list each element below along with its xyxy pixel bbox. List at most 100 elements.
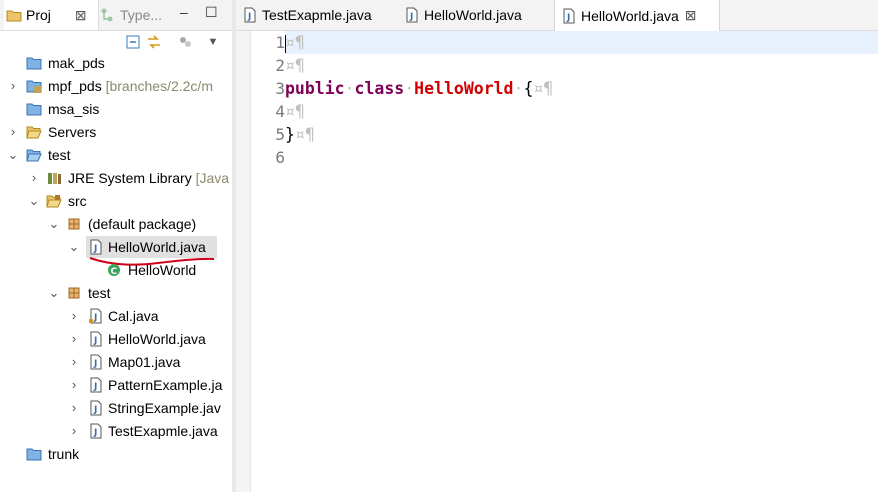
chevron-down-icon[interactable]: ⌄ [28, 193, 40, 209]
tree-item-label: HelloWorld.java [108, 331, 206, 347]
tree-item-label: PatternExample.ja [108, 377, 223, 393]
tab-label: HelloWorld.java [581, 7, 679, 24]
line-number: 4 [275, 102, 285, 121]
tree-item-src[interactable]: ⌄ src [0, 190, 232, 213]
svg-text:J: J [93, 336, 97, 346]
code-line-5[interactable]: }¤¶ [285, 123, 878, 146]
maximize-icon[interactable]: ☐ [205, 4, 218, 21]
tree-item-label: test [48, 147, 71, 163]
chevron-down-icon[interactable]: ⌄ [48, 285, 60, 301]
chevron-down-icon[interactable]: ⌄ [48, 216, 60, 232]
tree-item-jre-library[interactable]: › JRE System Library [Java [0, 167, 232, 190]
chevron-down-icon[interactable]: ⌄ [7, 147, 19, 163]
tree-item-stringexample-java[interactable]: › J StringExample.jav [0, 397, 232, 420]
close-icon[interactable]: ⊠ [75, 7, 87, 24]
project-folder-icon [26, 55, 42, 71]
tree-item-msa-sis[interactable]: msa_sis [0, 98, 232, 121]
tree-item-label: Servers [48, 124, 97, 140]
svg-text:J: J [409, 12, 413, 22]
code-line-3[interactable]: public·class·HelloWorld·{¤¶ [285, 77, 878, 100]
whitespace-marker: ¤¶ [285, 102, 305, 121]
code-line-1[interactable]: ¤¶ [285, 31, 878, 54]
tree-item-label: mak_pds [48, 55, 105, 71]
tree-item-label: msa_sis [48, 101, 100, 117]
tree-item-label: JRE System Library [68, 170, 192, 186]
tab-label: HelloWorld.java [424, 7, 522, 23]
java-file-icon: J [88, 423, 104, 439]
tree-item-mak-pds[interactable]: mak_pds [0, 52, 232, 75]
java-file-icon: J [88, 400, 104, 416]
chevron-right-icon[interactable]: › [7, 78, 19, 94]
code-line-4[interactable]: ¤¶ [285, 100, 878, 123]
chevron-right-icon[interactable]: › [68, 331, 80, 347]
java-file-icon: J [242, 7, 258, 23]
tree-item-label: Map01.java [108, 354, 181, 370]
chevron-down-icon[interactable]: ⌄ [68, 239, 80, 255]
tree-item-test-package[interactable]: ⌄ test [0, 282, 232, 305]
tree-item-testexapmle-java[interactable]: › J TestExapmle.java [0, 420, 232, 443]
link-with-editor-icon[interactable] [145, 33, 163, 51]
tree-item-helloworld-class[interactable]: C HelloWorld [0, 259, 232, 282]
svg-text:J: J [93, 405, 97, 415]
tab-label: Type... [120, 7, 163, 23]
project-folder-icon [26, 101, 42, 117]
tree-item-patternexample-java[interactable]: › J PatternExample.ja [0, 374, 232, 397]
tree-item-trunk[interactable]: trunk [0, 443, 232, 466]
svg-text:J: J [93, 428, 97, 438]
tree-item-test-helloworld-java[interactable]: › J HelloWorld.java [0, 328, 232, 351]
package-icon [66, 285, 82, 301]
tree-item-label: test [88, 285, 111, 301]
class-name: HelloWorld [414, 79, 514, 98]
tab-helloworld-java-test[interactable]: J HelloWorld.java [404, 0, 522, 30]
chevron-right-icon[interactable]: › [68, 308, 80, 324]
tab-project-explorer[interactable]: Proj ⊠ [4, 0, 99, 30]
java-editor: J TestExapmle.java J HelloWorld.java J H… [236, 0, 878, 492]
tab-type-hierarchy[interactable]: Type... [100, 0, 162, 30]
line-number: 1 [275, 33, 285, 52]
whitespace-dot: · [513, 79, 524, 98]
svg-text:J: J [93, 382, 97, 392]
minimize-icon[interactable]: – [180, 4, 188, 20]
tree-item-map01-java[interactable]: › J Map01.java [0, 351, 232, 374]
tab-testexapmle-java[interactable]: J TestExapmle.java [242, 0, 372, 30]
tab-label: Proj [26, 7, 51, 23]
collapse-all-icon[interactable] [124, 33, 142, 51]
tree-item-servers[interactable]: › Servers [0, 121, 232, 144]
focus-icon[interactable] [176, 33, 194, 51]
java-file-icon: J [88, 331, 104, 347]
close-brace: } [285, 125, 295, 144]
tree-item-mpf-pds[interactable]: › mpf_pds [branches/2.2c/m [0, 75, 232, 98]
package-icon [66, 216, 82, 232]
java-file-icon: J [88, 377, 104, 393]
tree-item-default-package[interactable]: ⌄ (default package) [0, 213, 232, 236]
chevron-right-icon[interactable]: › [68, 423, 80, 439]
chevron-right-icon[interactable]: › [68, 400, 80, 416]
tree-item-label: src [68, 193, 87, 209]
editor-tab-bar: J TestExapmle.java J HelloWorld.java J H… [236, 0, 878, 31]
close-icon[interactable]: ⊠ [685, 7, 697, 24]
chevron-right-icon[interactable]: › [68, 354, 80, 370]
keyword-class: class [354, 79, 405, 98]
source-folder-icon [46, 193, 62, 209]
java-file-icon: J [88, 239, 104, 255]
chevron-right-icon[interactable]: › [68, 377, 80, 393]
tree-item-test-project[interactable]: ⌄ test [0, 144, 232, 167]
svn-project-icon [26, 78, 42, 94]
chevron-right-icon[interactable]: › [7, 124, 19, 140]
code-line-2[interactable]: ¤¶ [285, 54, 878, 77]
whitespace-dot: · [344, 79, 355, 98]
java-file-icon: J [561, 8, 577, 24]
tree-item-label: HelloWorld [128, 262, 197, 278]
tree-item-label: TestExapmle.java [108, 423, 218, 439]
code-line-6[interactable] [285, 146, 878, 169]
tab-helloworld-java-active[interactable]: J HelloWorld.java ⊠ [554, 0, 720, 31]
view-menu-icon[interactable]: ▼ [204, 33, 222, 51]
annotation-ruler[interactable] [236, 31, 251, 492]
tree-item-cal-java[interactable]: › J Cal.java [0, 305, 232, 328]
tree-item-label: mpf_pds [48, 78, 102, 94]
tree-item-label: (default package) [88, 216, 197, 232]
line-number: 3 [275, 79, 285, 98]
code-area[interactable]: ¤¶ ¤¶ public·class·HelloWorld·{¤¶ ¤¶ }¤¶ [285, 31, 878, 492]
chevron-right-icon[interactable]: › [28, 170, 40, 186]
line-number: 6 [275, 148, 285, 167]
